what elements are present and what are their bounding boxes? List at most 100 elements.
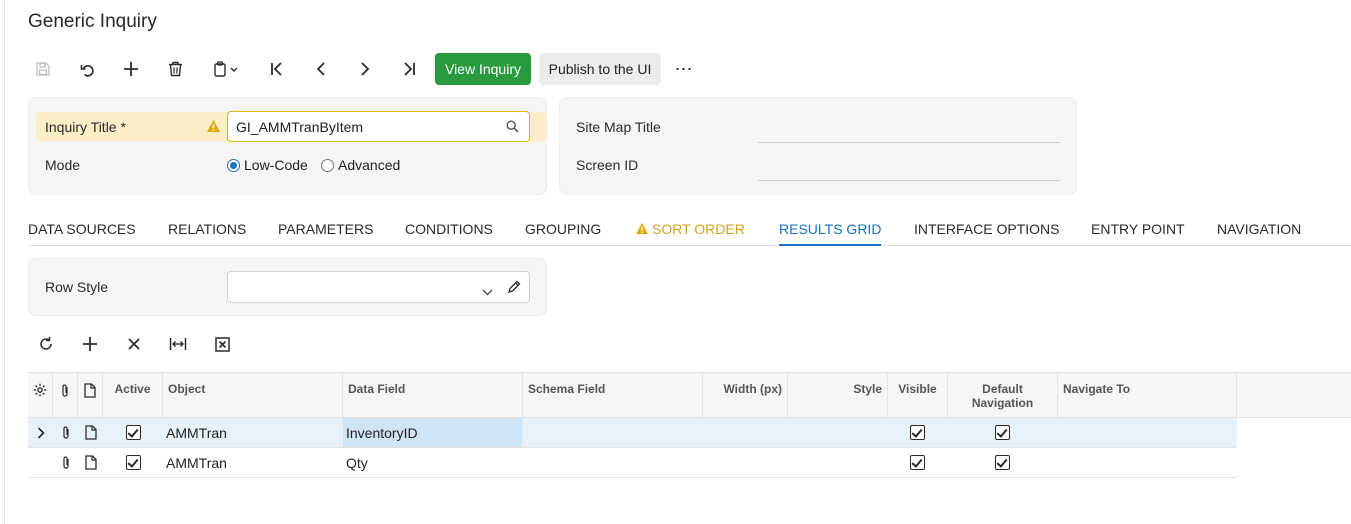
navigate-to-cell[interactable]	[1058, 418, 1237, 447]
schema-field-cell[interactable]	[523, 418, 703, 447]
tab-sort-order-label: SORT ORDER	[652, 221, 745, 237]
checkbox-checked-icon	[994, 455, 1010, 470]
width-cell[interactable]	[703, 448, 788, 477]
publish-to-ui-button[interactable]: Publish to the UI	[539, 53, 661, 85]
visible-checkbox[interactable]	[888, 418, 946, 447]
table-row[interactable]: AMMTran Qty	[28, 448, 1237, 478]
column-header-visible[interactable]: Visible	[888, 373, 948, 418]
attachment-icon[interactable]	[59, 448, 73, 477]
tab-conditions[interactable]: CONDITIONS	[405, 221, 493, 246]
tab-data-sources[interactable]: DATA SOURCES	[28, 221, 136, 246]
data-field-cell[interactable]: InventoryID	[343, 418, 522, 447]
tab-relations[interactable]: RELATIONS	[168, 221, 246, 246]
column-header-data-field[interactable]: Data Field	[343, 373, 523, 418]
column-header-width[interactable]: Width (px)	[703, 373, 788, 418]
save-icon[interactable]	[28, 53, 58, 85]
row-style-label: Row Style	[45, 279, 109, 295]
checkbox-checked-icon	[125, 455, 141, 470]
tab-interface-options[interactable]: INTERFACE OPTIONS	[914, 221, 1059, 246]
attachment-header-icon	[53, 373, 78, 418]
screen-id-input[interactable]	[758, 180, 1060, 181]
export-excel-icon[interactable]	[207, 329, 237, 359]
column-header-active[interactable]: Active	[103, 373, 163, 418]
attachment-icon[interactable]	[59, 418, 73, 447]
last-icon[interactable]	[394, 53, 424, 85]
column-header-default-navigation-line1: Default	[982, 382, 1023, 396]
column-header-default-navigation[interactable]: Default Navigation	[948, 373, 1058, 418]
edit-pencil-icon[interactable]	[507, 280, 521, 297]
next-icon[interactable]	[350, 53, 380, 85]
column-header-schema-field[interactable]: Schema Field	[523, 373, 703, 418]
style-cell[interactable]	[788, 418, 888, 447]
view-inquiry-button[interactable]: View Inquiry	[435, 53, 531, 85]
undo-icon[interactable]	[72, 53, 102, 85]
site-map-title-input[interactable]	[758, 142, 1060, 143]
visible-checkbox[interactable]	[888, 448, 946, 477]
data-field-cell[interactable]: Qty	[346, 448, 522, 477]
object-cell[interactable]: AMMTran	[166, 418, 342, 447]
checkbox-checked-icon	[994, 425, 1010, 440]
mode-label: Mode	[45, 157, 81, 173]
column-header-object[interactable]: Object	[163, 373, 343, 418]
first-icon[interactable]	[262, 53, 292, 85]
tab-results-grid[interactable]: RESULTS GRID	[779, 221, 882, 246]
note-header-icon	[78, 373, 103, 418]
table-row[interactable]: AMMTran InventoryID	[28, 418, 1237, 448]
search-icon[interactable]	[506, 120, 519, 136]
active-checkbox[interactable]	[103, 418, 163, 447]
add-row-icon[interactable]	[75, 329, 105, 359]
more-actions-icon[interactable]: ⋯	[669, 53, 699, 85]
row-style-panel: Row Style	[28, 258, 547, 316]
column-settings-icon[interactable]	[28, 373, 53, 418]
style-cell[interactable]	[788, 448, 888, 477]
tab-grouping[interactable]: GROUPING	[525, 221, 601, 246]
clipboard-icon[interactable]	[208, 53, 244, 85]
object-cell[interactable]: AMMTran	[166, 448, 342, 477]
grid-header: Active Object Data Field Schema Field Wi…	[28, 372, 1351, 418]
row-style-select[interactable]	[227, 271, 530, 303]
mode-low-code-radio[interactable]: Low-Code	[227, 157, 308, 173]
required-asterisk: *	[120, 119, 126, 135]
default-navigation-checkbox[interactable]	[948, 418, 1056, 447]
tab-bar: DATA SOURCES RELATIONS PARAMETERS CONDIT…	[28, 216, 1351, 246]
tab-parameters[interactable]: PARAMETERS	[278, 221, 373, 246]
inquiry-title-input[interactable]: GI_AMMTranByItem	[227, 111, 530, 142]
inquiry-title-value: GI_AMMTranByItem	[236, 119, 364, 135]
warning-icon	[206, 119, 221, 136]
screen-id-label: Screen ID	[576, 157, 639, 173]
navigate-to-cell[interactable]	[1058, 448, 1237, 477]
left-border	[4, 0, 5, 524]
grid-toolbar	[28, 329, 258, 359]
default-navigation-checkbox[interactable]	[948, 448, 1056, 477]
page-title: Generic Inquiry	[28, 11, 157, 32]
refresh-icon[interactable]	[31, 329, 61, 359]
mode-low-code-label: Low-Code	[244, 157, 308, 173]
radio-unselected-icon	[321, 158, 334, 172]
mode-advanced-radio[interactable]: Advanced	[321, 157, 400, 173]
note-icon[interactable]	[84, 448, 98, 477]
main-toolbar: View Inquiry Publish to the UI ⋯	[28, 53, 728, 85]
fit-columns-icon[interactable]	[163, 329, 193, 359]
radio-selected-icon	[227, 158, 240, 172]
previous-icon[interactable]	[306, 53, 336, 85]
checkbox-checked-icon	[909, 425, 925, 440]
plus-icon[interactable]	[116, 53, 146, 85]
tab-navigation[interactable]: NAVIGATION	[1217, 221, 1301, 246]
warning-icon	[635, 222, 649, 235]
column-header-navigate-to[interactable]: Navigate To	[1058, 373, 1237, 418]
tab-entry-point[interactable]: ENTRY POINT	[1091, 221, 1185, 246]
column-header-style[interactable]: Style	[788, 373, 888, 418]
tab-sort-order[interactable]: SORT ORDER	[635, 221, 745, 246]
active-checkbox[interactable]	[103, 448, 163, 477]
checkbox-checked-icon	[909, 455, 925, 470]
delete-row-icon[interactable]	[119, 329, 149, 359]
schema-field-cell[interactable]	[523, 448, 703, 477]
row-expand-chevron-icon[interactable]	[34, 418, 48, 447]
width-cell[interactable]	[703, 418, 788, 447]
inquiry-title-label: Inquiry Title *	[45, 119, 126, 135]
site-map-panel: Site Map Title Screen ID	[559, 97, 1077, 195]
trash-icon[interactable]	[160, 53, 190, 85]
chevron-down-icon[interactable]	[482, 283, 493, 299]
checkbox-checked-icon	[125, 425, 141, 440]
note-icon[interactable]	[84, 418, 98, 447]
